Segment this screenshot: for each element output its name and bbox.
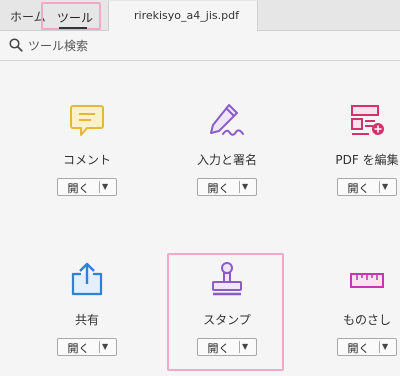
- open-button-divider: [239, 181, 240, 193]
- tool-share-label: 共有: [74, 313, 99, 327]
- open-button-label: 開く: [67, 342, 90, 355]
- search-icon: [9, 38, 23, 52]
- chevron-down-icon[interactable]: ▼: [382, 339, 388, 355]
- tool-stamp-label: スタンプ: [203, 313, 251, 327]
- tool-fill-sign-label: 入力と署名: [196, 153, 257, 167]
- tool-fill-sign-open-button[interactable]: 開く ▼: [197, 178, 257, 196]
- tool-ruler-label: ものさし: [342, 313, 391, 327]
- ruler-icon: [350, 273, 384, 288]
- chevron-down-icon[interactable]: ▼: [242, 179, 248, 195]
- open-button-label: 開く: [347, 342, 370, 355]
- tab-document[interactable]: rirekisyo_a4_jis.pdf: [108, 1, 258, 31]
- open-button-label: 開く: [207, 342, 230, 355]
- open-button-divider: [379, 341, 380, 353]
- tool-comment-label: コメント: [62, 153, 111, 167]
- tool-fill-sign[interactable]: 入力と署名 開く ▼: [167, 61, 287, 201]
- fill-sign-icon: [210, 104, 244, 136]
- tool-edit-pdf-label: PDF を編集: [335, 153, 399, 167]
- tool-ruler-open-button[interactable]: 開く ▼: [337, 338, 397, 356]
- share-icon: [71, 262, 103, 296]
- edit-pdf-icon: [351, 105, 384, 135]
- tab-tools-label: ツール: [57, 11, 94, 25]
- tab-document-label: rirekisyo_a4_jis.pdf: [134, 9, 239, 22]
- open-button-label: 開く: [207, 182, 230, 195]
- active-tab-indicator: [59, 27, 87, 29]
- tool-share-open-button[interactable]: 開く ▼: [57, 338, 117, 356]
- tool-search: [0, 31, 400, 61]
- stamp-icon: [212, 262, 242, 296]
- chevron-down-icon[interactable]: ▼: [102, 339, 108, 355]
- open-button-divider: [99, 181, 100, 193]
- tab-tools[interactable]: ツール: [41, 2, 101, 30]
- tool-share[interactable]: 共有 開く ▼: [27, 238, 147, 368]
- open-button-label: 開く: [67, 182, 90, 195]
- open-button-label: 開く: [347, 182, 370, 195]
- tool-edit-pdf-open-button[interactable]: 開く ▼: [337, 178, 397, 196]
- open-button-divider: [239, 341, 240, 353]
- open-button-divider: [379, 181, 380, 193]
- tool-comment-open-button[interactable]: 開く ▼: [57, 178, 117, 196]
- tool-comment[interactable]: コメント 開く ▼: [27, 61, 147, 201]
- tool-stamp-open-button[interactable]: 開く ▼: [197, 338, 257, 356]
- tab-bar: ホーム ツール rirekisyo_a4_jis.pdf: [0, 0, 400, 31]
- chevron-down-icon[interactable]: ▼: [242, 339, 248, 355]
- tool-stamp[interactable]: スタンプ 開く ▼: [167, 238, 287, 368]
- chevron-down-icon[interactable]: ▼: [102, 179, 108, 195]
- comment-icon: [70, 105, 104, 136]
- search-input[interactable]: [28, 36, 368, 56]
- chevron-down-icon[interactable]: ▼: [382, 179, 388, 195]
- tool-ruler[interactable]: ものさし 開く ▼: [307, 238, 400, 368]
- open-button-divider: [99, 341, 100, 353]
- tool-edit-pdf[interactable]: PDF を編集 開く ▼: [307, 61, 400, 201]
